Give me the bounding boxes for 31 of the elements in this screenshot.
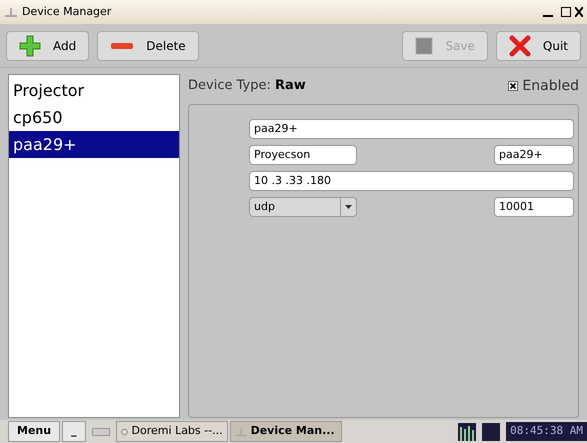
maximize-icon[interactable] — [561, 7, 571, 17]
device-item[interactable]: paa29+ — [9, 131, 179, 158]
close-icon[interactable] — [575, 7, 583, 17]
device-type-label: Device Type: Raw — [188, 77, 307, 96]
minus-icon — [110, 40, 134, 50]
add-button[interactable]: Add — [6, 30, 90, 60]
delete-button[interactable]: Delete — [97, 30, 199, 60]
cpu-graph-icon — [458, 422, 476, 440]
task-button[interactable]: Device Man... — [230, 421, 342, 442]
device-item[interactable]: cp650 — [9, 104, 179, 131]
plus-icon — [19, 34, 41, 56]
show-desktop-button[interactable]: _ — [62, 421, 86, 442]
model-field[interactable]: paa29+ — [494, 145, 574, 165]
checkbox-icon[interactable] — [508, 81, 518, 91]
app-icon — [4, 5, 18, 19]
manufacturer-field[interactable]: Proyecson — [249, 145, 357, 165]
device-item[interactable]: Projector — [9, 77, 179, 104]
close-icon — [508, 34, 531, 56]
protocol-dropdown[interactable]: udp — [249, 197, 357, 217]
enabled-checkbox[interactable]: Enabled — [508, 76, 579, 96]
square-icon — [415, 36, 434, 54]
caret-icon — [345, 205, 352, 209]
address-field[interactable]: 10 .3 .33 .180 — [249, 171, 574, 191]
window-title: Device Manager — [22, 4, 112, 20]
port-field[interactable]: 10001 — [494, 197, 574, 217]
task-button[interactable]: Doremi Labs --... — [116, 421, 228, 442]
name-field[interactable]: paa29+ — [249, 119, 574, 139]
menu-button[interactable]: Menu — [8, 421, 60, 442]
clock: 08:45:38 AM — [506, 422, 587, 441]
quit-button[interactable]: Quit — [496, 30, 581, 60]
app-icon — [234, 426, 247, 438]
